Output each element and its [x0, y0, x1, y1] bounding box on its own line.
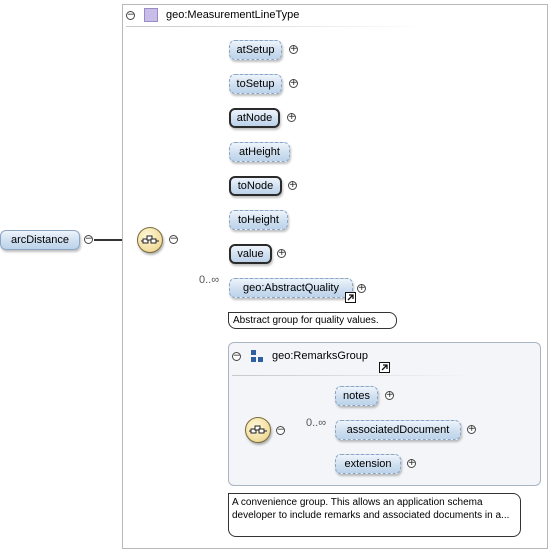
- element-label: notes: [343, 390, 370, 402]
- element-label: atSetup: [236, 44, 275, 56]
- collapse-group-icon[interactable]: −: [232, 351, 241, 361]
- group-header-divider: [232, 375, 472, 376]
- header-divider: [126, 26, 426, 27]
- collapse-sequence-icon[interactable]: −: [169, 235, 178, 244]
- collapse-type-icon[interactable]: −: [126, 10, 135, 20]
- collapse-root-icon[interactable]: −: [84, 235, 93, 244]
- root-element-arcdistance[interactable]: arcDistance: [0, 230, 80, 250]
- element-label: toSetup: [236, 78, 275, 90]
- type-icon: [144, 8, 158, 22]
- element-toheight[interactable]: toHeight: [229, 210, 288, 230]
- type-header: − geo:MeasurementLineType: [126, 6, 299, 24]
- element-label: geo:AbstractQuality: [243, 282, 339, 294]
- element-label: toNode: [237, 180, 274, 192]
- element-label: toHeight: [238, 214, 279, 226]
- element-associated-document[interactable]: associatedDocument: [335, 420, 461, 440]
- remarks-group-header: − geo:RemarksGroup: [232, 347, 368, 365]
- expand-value-icon[interactable]: +: [277, 249, 286, 258]
- abstract-quality-note: Abstract group for quality values.: [228, 312, 397, 329]
- group-icon: [251, 350, 264, 362]
- expand-extension-icon[interactable]: +: [407, 459, 416, 468]
- group-reference-arrow-icon: [379, 362, 390, 373]
- element-label: atNode: [236, 112, 273, 124]
- expand-atsetup-icon[interactable]: +: [289, 45, 298, 54]
- expand-tonode-icon[interactable]: +: [288, 181, 297, 190]
- element-atsetup[interactable]: atSetup: [229, 40, 282, 60]
- element-label: atHeight: [239, 146, 280, 158]
- group-title: geo:RemarksGroup: [272, 350, 368, 362]
- root-element-label: arcDistance: [10, 234, 70, 246]
- expand-abstract-quality-icon[interactable]: +: [357, 284, 366, 293]
- element-abstract-quality[interactable]: geo:AbstractQuality: [229, 278, 353, 298]
- sequence-compositor-icon[interactable]: [137, 227, 163, 253]
- group-sequence-glyph: [249, 425, 267, 434]
- type-title: geo:MeasurementLineType: [166, 9, 300, 21]
- element-tosetup[interactable]: toSetup: [229, 74, 282, 94]
- element-atheight[interactable]: atHeight: [229, 142, 290, 162]
- element-label: value: [237, 248, 264, 260]
- expand-associated-document-icon[interactable]: +: [467, 425, 476, 434]
- collapse-group-sequence-icon[interactable]: −: [276, 426, 285, 435]
- element-notes[interactable]: notes: [335, 386, 378, 406]
- expand-tosetup-icon[interactable]: +: [289, 79, 298, 88]
- expand-atnode-icon[interactable]: +: [287, 113, 296, 122]
- element-label: associatedDocument: [346, 424, 450, 436]
- group-sequence-compositor-icon[interactable]: [245, 417, 271, 443]
- element-atnode[interactable]: atNode: [229, 108, 280, 128]
- element-label: extension: [344, 458, 392, 470]
- cardinality-associated-document: 0..∞: [306, 417, 327, 429]
- element-extension[interactable]: extension: [335, 454, 401, 474]
- sequence-glyph: [141, 235, 159, 244]
- remarks-group-note: A convenience group. This allows an appl…: [228, 493, 521, 537]
- element-value[interactable]: value: [229, 244, 272, 264]
- expand-notes-icon[interactable]: +: [385, 391, 394, 400]
- element-tonode[interactable]: toNode: [229, 176, 282, 196]
- reference-arrow-icon: [345, 292, 356, 303]
- cardinality-abstract-quality: 0..∞: [199, 274, 220, 286]
